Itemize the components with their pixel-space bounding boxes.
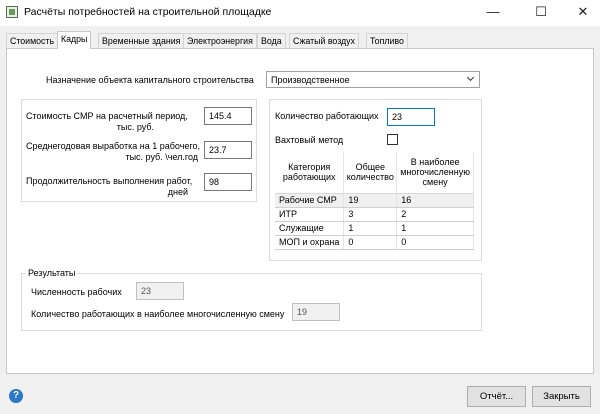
table-row[interactable]: Рабочие СМР 19 16 xyxy=(275,193,474,208)
cell-category: Рабочие СМР xyxy=(275,193,345,208)
tab-compressed-air[interactable]: Сжатый воздух xyxy=(289,33,359,49)
output-input[interactable]: 23.7 xyxy=(204,141,252,159)
help-icon[interactable]: ? xyxy=(9,389,23,403)
chevron-down-icon xyxy=(466,73,475,82)
cell-category: ИТР xyxy=(275,207,345,222)
tab-cost[interactable]: Стоимость xyxy=(6,33,59,49)
cell-max-shift: 0 xyxy=(396,235,474,250)
smr-cost-input[interactable]: 145.4 xyxy=(204,107,252,125)
window-title: Расчёты потребностей на строительной пло… xyxy=(24,6,272,18)
header-category: Категория работающих xyxy=(275,152,345,194)
tab-staff[interactable]: Кадры xyxy=(57,31,92,49)
app-icon xyxy=(6,6,18,18)
output-label: Среднегодовая выработка на 1 рабочего, xyxy=(26,141,200,151)
workers-table: Категория работающих Общее количество В … xyxy=(275,152,474,250)
table-row[interactable]: МОП и охрана 0 0 xyxy=(275,235,474,250)
close-button[interactable]: Закрыть xyxy=(532,386,591,407)
results-group xyxy=(21,273,482,331)
results-max-shift-value: 19 xyxy=(292,303,340,321)
results-max-shift-label: Количество работающих в наиболее многочи… xyxy=(31,309,285,319)
close-window-button[interactable]: ✕ xyxy=(568,0,598,26)
purpose-label: Назначение объекта капитального строител… xyxy=(46,75,254,85)
cell-total: 3 xyxy=(343,207,398,222)
cell-total: 19 xyxy=(343,193,398,208)
results-title: Результаты xyxy=(26,268,78,279)
workers-count-input[interactable]: 23 xyxy=(387,108,435,126)
purpose-select[interactable]: Производственное xyxy=(266,71,480,88)
tab-electricity[interactable]: Электроэнергия xyxy=(183,33,257,49)
title-bar: Расчёты потребностей на строительной пло… xyxy=(0,0,600,26)
duration-input[interactable]: 98 xyxy=(204,173,252,191)
results-workers-value: 23 xyxy=(136,282,184,300)
maximize-button[interactable]: ☐ xyxy=(526,0,556,26)
smr-cost-unit: тыс. руб. xyxy=(116,122,154,132)
cell-max-shift: 1 xyxy=(396,221,474,236)
header-total: Общее количество xyxy=(343,152,398,194)
results-workers-label: Численность рабочих xyxy=(31,287,122,297)
table-row[interactable]: ИТР 3 2 xyxy=(275,207,474,222)
workers-count-label: Количество работающих xyxy=(275,111,379,121)
cell-max-shift: 16 xyxy=(396,193,474,208)
smr-cost-label: Стоимость СМР на расчетный период, xyxy=(26,111,188,121)
tab-water[interactable]: Вода xyxy=(257,33,286,49)
cell-max-shift: 2 xyxy=(396,207,474,222)
duration-label: Продолжительность выполнения работ, xyxy=(26,176,193,186)
purpose-select-value: Производственное xyxy=(271,75,350,85)
header-max-shift: В наиболее многочисленную смену xyxy=(396,152,474,194)
shift-method-label: Вахтовый метод xyxy=(275,135,344,145)
tab-temp-buildings[interactable]: Временные здания xyxy=(98,33,185,49)
cell-category: МОП и охрана xyxy=(275,235,345,250)
tab-fuel[interactable]: Топливо xyxy=(366,33,408,49)
cell-category: Служащие xyxy=(275,221,345,236)
shift-method-checkbox[interactable] xyxy=(387,134,398,145)
output-unit: тыс. руб. \чел.год xyxy=(125,152,198,162)
cell-total: 1 xyxy=(343,221,398,236)
report-button[interactable]: Отчёт... xyxy=(467,386,526,407)
table-row[interactable]: Служащие 1 1 xyxy=(275,221,474,236)
duration-unit: дней xyxy=(167,187,188,197)
minimize-button[interactable]: — xyxy=(478,0,508,26)
cell-total: 0 xyxy=(343,235,398,250)
